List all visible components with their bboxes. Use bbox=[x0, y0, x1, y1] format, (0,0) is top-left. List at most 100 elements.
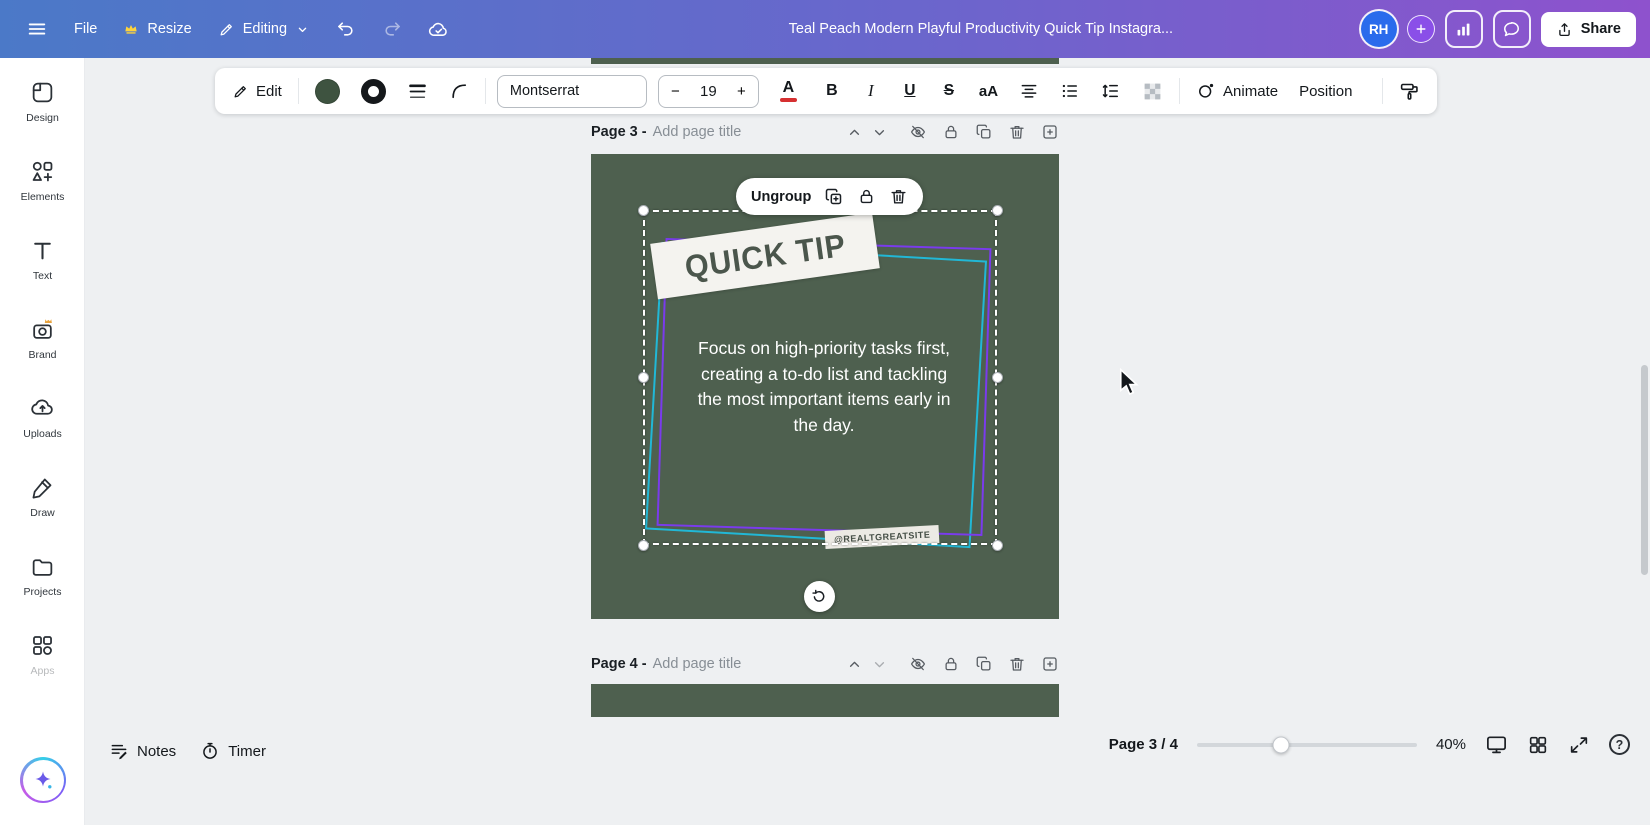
insights-button[interactable] bbox=[1444, 10, 1483, 48]
duplicate-page-button[interactable] bbox=[975, 655, 993, 673]
fullscreen-button[interactable] bbox=[1568, 734, 1590, 756]
lock-page-button[interactable] bbox=[942, 655, 960, 673]
line-spacing-button[interactable] bbox=[1096, 75, 1126, 107]
resize-button[interactable]: Resize bbox=[111, 12, 203, 46]
page4-header: Page 4 - Add page title bbox=[591, 652, 1059, 676]
trash-icon bbox=[1010, 657, 1024, 671]
vertical-scrollbar[interactable] bbox=[1641, 365, 1648, 575]
copy-style-button[interactable] bbox=[1394, 75, 1425, 107]
selection-handle-mid-left[interactable] bbox=[637, 372, 649, 383]
italic-button[interactable]: I bbox=[857, 75, 885, 107]
alignment-button[interactable] bbox=[1014, 75, 1044, 107]
notes-button[interactable]: Notes bbox=[97, 733, 188, 769]
page3-title-placeholder[interactable]: Add page title bbox=[653, 124, 742, 140]
zoom-slider-thumb[interactable] bbox=[1272, 736, 1290, 753]
editing-mode-button[interactable]: Editing bbox=[206, 12, 322, 47]
move-page-up-button[interactable] bbox=[846, 656, 863, 673]
lock-page-button[interactable] bbox=[942, 123, 960, 141]
sidebar-item-apps[interactable]: Apps bbox=[0, 615, 84, 694]
add-page-button[interactable] bbox=[1041, 655, 1059, 673]
sidebar-item-elements[interactable]: Elements bbox=[0, 141, 84, 220]
lock-selection-button[interactable] bbox=[857, 187, 876, 206]
chevron-down-icon bbox=[298, 27, 307, 32]
duplicate-page-button[interactable] bbox=[975, 123, 993, 141]
font-size-increase-button[interactable]: + bbox=[725, 76, 758, 107]
position-button[interactable]: Position bbox=[1294, 75, 1357, 107]
zoom-slider[interactable] bbox=[1196, 736, 1417, 753]
font-size-value[interactable]: 19 bbox=[692, 76, 725, 107]
text-case-button[interactable]: aA bbox=[974, 75, 1003, 107]
text-color-icon: A bbox=[775, 80, 802, 102]
bulleted-list-button[interactable] bbox=[1055, 75, 1085, 107]
timer-icon bbox=[203, 742, 218, 759]
comments-button[interactable] bbox=[1492, 10, 1531, 48]
delete-page-button[interactable] bbox=[1008, 655, 1026, 673]
sidebar-item-uploads[interactable]: Uploads bbox=[0, 378, 84, 457]
line-curve-button[interactable] bbox=[444, 75, 474, 107]
main-menu-button[interactable] bbox=[14, 9, 60, 49]
zoom-level[interactable]: 40% bbox=[1436, 736, 1466, 753]
fill-color-button[interactable] bbox=[310, 75, 345, 107]
page3-canvas[interactable]: QUICK TIP Focus on high-priority tasks f… bbox=[591, 154, 1059, 619]
text-color-button[interactable]: A bbox=[770, 75, 807, 107]
duplicate-selection-button[interactable] bbox=[824, 187, 844, 207]
sidebar-item-projects[interactable]: Projects bbox=[0, 536, 84, 615]
selection-handle-mid-right[interactable] bbox=[991, 372, 1003, 383]
add-page-button[interactable] bbox=[1041, 123, 1059, 141]
delete-selection-button[interactable] bbox=[889, 187, 908, 206]
file-menu-button[interactable]: File bbox=[62, 12, 109, 46]
bold-button[interactable]: B bbox=[818, 75, 846, 107]
edit-button[interactable]: Edit bbox=[227, 75, 287, 107]
ungroup-button[interactable]: Ungroup bbox=[751, 189, 811, 205]
sidebar-item-brand[interactable]: Brand bbox=[0, 299, 84, 378]
comment-icon bbox=[1504, 21, 1520, 36]
avatar[interactable]: RH bbox=[1360, 11, 1397, 47]
animate-button[interactable]: Animate bbox=[1191, 75, 1283, 107]
underline-button[interactable]: U bbox=[896, 75, 924, 107]
page2-canvas-edge[interactable] bbox=[591, 58, 1059, 64]
tip-body-text[interactable]: Focus on high-priority tasks first, crea… bbox=[691, 336, 957, 439]
font-size-decrease-button[interactable]: − bbox=[659, 76, 692, 107]
delete-page-button[interactable] bbox=[1008, 123, 1026, 141]
share-button[interactable]: Share bbox=[1540, 11, 1636, 47]
hide-page-button[interactable] bbox=[909, 123, 927, 141]
sidebar-label-uploads: Uploads bbox=[23, 427, 62, 440]
editing-mode-label: Editing bbox=[242, 21, 288, 37]
sidebar-item-design[interactable]: Design bbox=[0, 62, 84, 141]
context-toolbar: Edit Montserrat − 19 + A B I U S aA Anim… bbox=[215, 68, 1437, 114]
monitor-icon bbox=[1487, 736, 1506, 754]
page4-canvas[interactable] bbox=[591, 684, 1059, 717]
present-button[interactable] bbox=[1485, 733, 1508, 756]
save-status-button[interactable] bbox=[416, 10, 461, 49]
rotate-handle[interactable] bbox=[804, 581, 835, 612]
border-weight-button[interactable] bbox=[402, 75, 433, 107]
sidebar-item-text[interactable]: Text bbox=[0, 220, 84, 299]
transparency-button[interactable] bbox=[1137, 75, 1168, 107]
chevron-up-icon bbox=[849, 129, 860, 135]
undo-button[interactable] bbox=[324, 10, 368, 48]
document-title[interactable]: Teal Peach Modern Playful Productivity Q… bbox=[461, 21, 1361, 37]
strikethrough-button[interactable]: S bbox=[935, 75, 963, 107]
magic-ai-button[interactable] bbox=[20, 757, 66, 803]
move-page-up-button[interactable] bbox=[846, 124, 863, 141]
help-button[interactable]: ? bbox=[1609, 734, 1630, 755]
move-page-down-button[interactable] bbox=[871, 656, 888, 673]
sidebar-item-draw[interactable]: Draw bbox=[0, 457, 84, 536]
selection-handle-top-right[interactable] bbox=[991, 204, 1003, 216]
move-page-down-button[interactable] bbox=[871, 124, 888, 141]
font-family-select[interactable]: Montserrat bbox=[496, 74, 647, 108]
selection-handle-top-left[interactable] bbox=[637, 204, 649, 216]
timer-button[interactable]: Timer bbox=[188, 733, 278, 769]
sidebar-label-draw: Draw bbox=[30, 506, 55, 519]
page-indicator[interactable]: Page 3 / 4 bbox=[1109, 736, 1178, 753]
border-color-button[interactable] bbox=[356, 75, 391, 107]
grid-view-button[interactable] bbox=[1527, 734, 1549, 756]
page3-label: Page 3 - bbox=[591, 124, 647, 140]
add-page-icon bbox=[1043, 657, 1057, 671]
add-member-button[interactable] bbox=[1406, 15, 1435, 43]
page4-title-placeholder[interactable]: Add page title bbox=[653, 656, 742, 672]
redo-button[interactable] bbox=[370, 10, 414, 48]
hide-page-button[interactable] bbox=[909, 655, 927, 673]
selection-handle-bottom-right[interactable] bbox=[991, 539, 1003, 551]
selection-handle-bottom-left[interactable] bbox=[637, 539, 649, 551]
